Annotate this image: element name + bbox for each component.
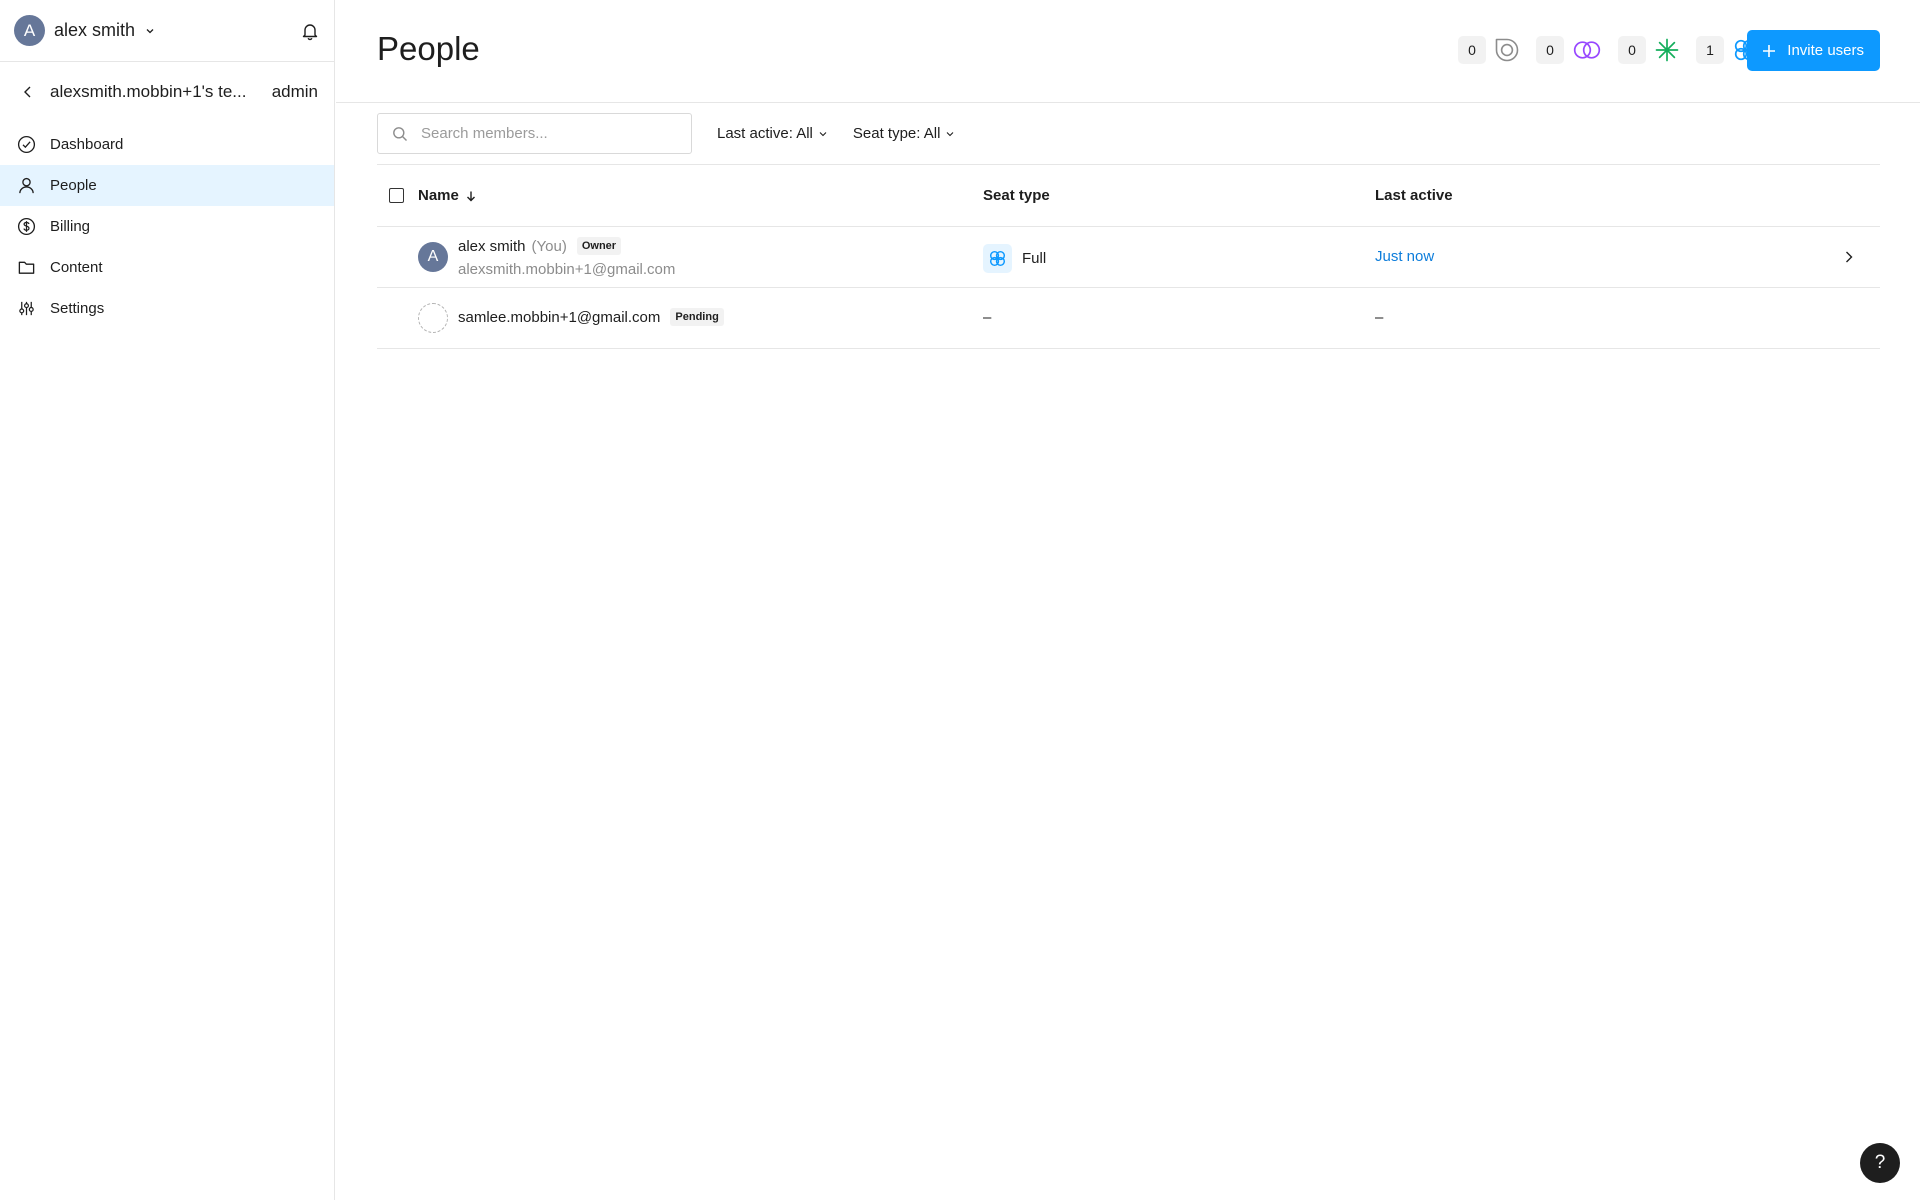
sidebar-item-people[interactable]: People — [0, 165, 334, 206]
dollar-circle-icon — [16, 217, 36, 237]
column-header-seat-type: Seat type — [983, 187, 1050, 204]
table-header: Name Seat type Last active — [377, 164, 1880, 227]
last-active-filter[interactable]: Last active: All — [717, 125, 828, 142]
team-name: alexsmith.mobbin+1's te... — [50, 82, 247, 101]
count-badge: 1 — [1696, 36, 1724, 64]
you-label: (You) — [531, 237, 567, 255]
member-email: alexsmith.mobbin+1@gmail.com — [458, 261, 676, 278]
full-seat-icon — [983, 244, 1012, 273]
filter-label: Last active: All — [717, 125, 813, 142]
user-menu-button[interactable]: A alex smith — [14, 15, 156, 46]
check-circle-icon — [16, 135, 36, 155]
search-input[interactable] — [419, 124, 669, 143]
viewer-seat-icon — [1494, 37, 1520, 63]
page-header: People 0 0 0 1 Invite users — [336, 0, 1920, 103]
team-header: alexsmith.mobbin+1's te... admin — [0, 62, 334, 122]
sidebar-item-label: Settings — [50, 300, 105, 317]
member-name-cell: alex smith (You) Owner alexsmith.mobbin+… — [458, 237, 675, 278]
count-badge: 0 — [1536, 36, 1564, 64]
chevron-right-icon[interactable] — [1842, 249, 1856, 265]
seat-type-value: – — [983, 309, 992, 326]
member-name: alex smith — [458, 237, 526, 255]
table-row[interactable]: samlee.mobbin+1@gmail.com Pending – – — [377, 288, 1880, 349]
seat-type-cell: – — [983, 309, 991, 326]
sidebar-item-settings[interactable]: Settings — [0, 288, 334, 329]
folder-icon — [16, 258, 36, 278]
seat-type-value: Full — [1022, 250, 1047, 267]
seat-count-viewer[interactable]: 0 — [1458, 36, 1520, 64]
seat-type-cell: Full — [983, 244, 1046, 273]
member-name-cell: samlee.mobbin+1@gmail.com Pending — [458, 308, 724, 326]
sidebar-nav: Dashboard People Billing Content Setting… — [0, 124, 334, 329]
count-badge: 0 — [1618, 36, 1646, 64]
member-avatar: A — [418, 242, 448, 272]
member-email: samlee.mobbin+1@gmail.com — [458, 308, 661, 326]
team-role: admin — [271, 82, 318, 101]
invite-users-label: Invite users — [1787, 42, 1864, 59]
members-table: Name Seat type Last active A alex smith … — [377, 164, 1880, 349]
sidebar-item-label: Content — [50, 259, 103, 276]
person-icon — [16, 176, 36, 196]
seat-counts: 0 0 0 1 — [1458, 36, 1758, 64]
filter-toolbar: Last active: All Seat type: All — [377, 113, 955, 154]
search-box — [377, 113, 692, 154]
user-avatar: A — [14, 15, 45, 46]
owner-badge: Owner — [576, 237, 622, 255]
select-all-checkbox[interactable] — [389, 188, 404, 203]
sidebar-item-billing[interactable]: Billing — [0, 206, 334, 247]
count-badge: 0 — [1458, 36, 1486, 64]
table-row[interactable]: A alex smith (You) Owner alexsmith.mobbi… — [377, 227, 1880, 288]
dev-seat-icon — [1654, 37, 1680, 63]
seat-type-filter[interactable]: Seat type: All — [853, 125, 956, 142]
main-content: People 0 0 0 1 Invite users Search membe… — [336, 0, 1920, 1200]
arrow-down-icon — [465, 190, 477, 202]
plus-icon — [1761, 43, 1777, 59]
sidebar: A alex smith alexsmith.mobbin+1's te... … — [0, 0, 335, 1200]
back-arrow-icon[interactable] — [20, 84, 36, 100]
sliders-icon — [16, 299, 36, 319]
last-active-value: – — [1375, 309, 1384, 326]
bell-icon[interactable] — [300, 21, 320, 41]
sidebar-header: A alex smith — [0, 0, 334, 62]
sidebar-item-content[interactable]: Content — [0, 247, 334, 288]
chevron-down-icon — [818, 129, 828, 139]
sidebar-item-label: Dashboard — [50, 136, 124, 153]
seat-count-dev[interactable]: 0 — [1618, 36, 1680, 64]
filter-label: Seat type: All — [852, 125, 941, 142]
figjam-seat-icon — [1572, 37, 1602, 63]
sidebar-item-dashboard[interactable]: Dashboard — [0, 124, 334, 165]
last-active-value[interactable]: Just now — [1375, 248, 1434, 265]
page-title: People — [377, 30, 480, 67]
user-name: alex smith — [54, 20, 136, 40]
chevron-down-icon — [945, 129, 955, 139]
pending-badge: Pending — [670, 308, 724, 326]
help-button[interactable]: ? — [1860, 1143, 1900, 1183]
column-header-last-active: Last active — [1375, 187, 1453, 204]
pending-avatar — [418, 303, 448, 333]
chevron-down-icon — [144, 25, 156, 37]
column-header-name[interactable]: Name — [418, 187, 477, 204]
sidebar-item-label: Billing — [50, 218, 91, 235]
seat-count-figjam[interactable]: 0 — [1536, 36, 1602, 64]
invite-users-button[interactable]: Invite users — [1747, 30, 1880, 71]
sidebar-item-label: People — [50, 177, 97, 194]
search-icon — [392, 126, 408, 142]
column-label: Name — [418, 187, 459, 204]
